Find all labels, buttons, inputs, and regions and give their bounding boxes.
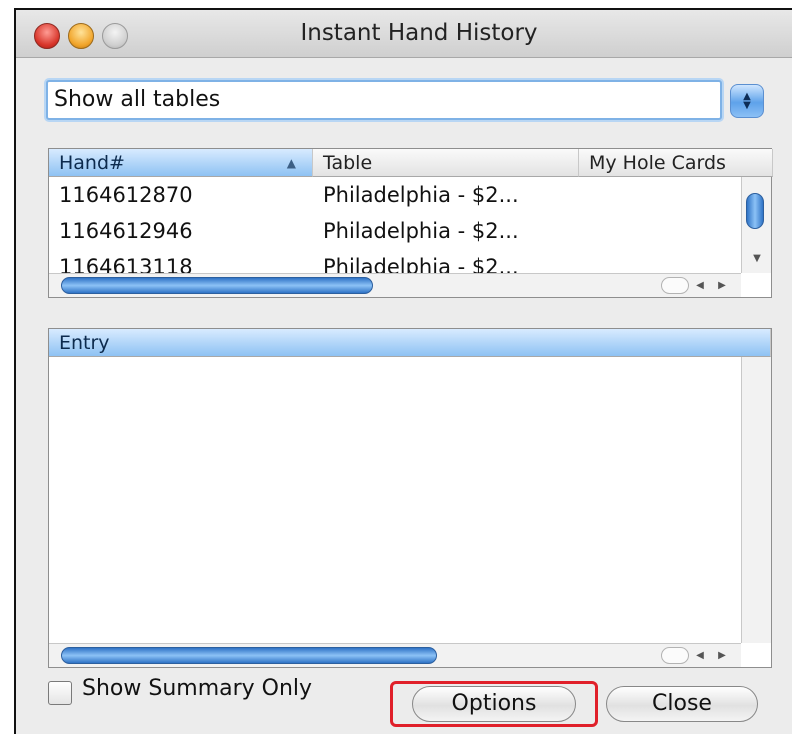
horizontal-scroll-thumb[interactable] (61, 647, 437, 664)
scroll-left-arrow-icon[interactable]: ◀ (689, 274, 711, 298)
entry-horizontal-scrollbar[interactable]: ◀ ▶ (49, 643, 741, 667)
entry-table-body[interactable] (49, 357, 741, 643)
column-header-entry-label: Entry (59, 332, 110, 354)
scroll-track-end (661, 647, 689, 664)
show-summary-checkbox[interactable] (48, 681, 72, 705)
column-header-table-label: Table (323, 152, 373, 174)
sort-ascending-icon: ▲ (286, 156, 296, 170)
table-name: Philadelphia - $2... (323, 183, 519, 207)
column-header-hand-label: Hand# (59, 152, 125, 174)
horizontal-scroll-thumb[interactable] (61, 277, 373, 294)
table-name: Philadelphia - $2... (323, 219, 519, 243)
entry-table: Entry ◀ ▶ (48, 328, 772, 668)
window-title: Instant Hand History (300, 20, 538, 46)
scroll-right-arrow-icon[interactable]: ▶ (711, 644, 733, 668)
column-header-hole-cards[interactable]: My Hole Cards (579, 149, 773, 177)
scroll-down-arrow-icon[interactable]: ▼ (746, 247, 768, 271)
vertical-scroll-thumb[interactable] (746, 193, 764, 229)
show-summary-label: Show Summary Only (82, 676, 313, 701)
hand-number: 1164612946 (59, 219, 193, 243)
close-button[interactable]: Close (606, 686, 758, 722)
hand-number: 1164613118 (59, 255, 193, 273)
chevron-down-icon: ▼ (743, 100, 751, 111)
scroll-track-end (661, 277, 689, 294)
hands-table: Hand# ▲ Table My Hole Cards 1164612870 P… (48, 148, 773, 298)
scroll-right-arrow-icon[interactable]: ▶ (711, 274, 733, 298)
column-header-hole-cards-label: My Hole Cards (589, 152, 726, 174)
options-button[interactable]: Options (412, 686, 576, 722)
table-filter-select[interactable]: Show all tables (46, 80, 722, 120)
table-name: Philadelphia - $2... (323, 255, 519, 273)
instant-hand-history-window: Instant Hand History Show all tables ▲ ▼… (14, 8, 792, 734)
scroll-left-arrow-icon[interactable]: ◀ (689, 644, 711, 668)
entry-vertical-scrollbar[interactable] (741, 357, 771, 643)
table-filter-dropdown-button[interactable]: ▲ ▼ (730, 84, 764, 118)
hands-table-body: 1164612870 Philadelphia - $2... 11646129… (49, 177, 741, 273)
title-bar[interactable]: Instant Hand History (16, 10, 792, 58)
hands-horizontal-scrollbar[interactable]: ◀ ▶ (49, 273, 741, 297)
column-header-hand[interactable]: Hand# ▲ (49, 149, 313, 177)
column-header-entry[interactable]: Entry (49, 329, 771, 357)
column-header-table[interactable]: Table (313, 149, 579, 177)
hands-vertical-scrollbar[interactable]: ▼ (741, 177, 771, 273)
hand-number: 1164612870 (59, 183, 193, 207)
